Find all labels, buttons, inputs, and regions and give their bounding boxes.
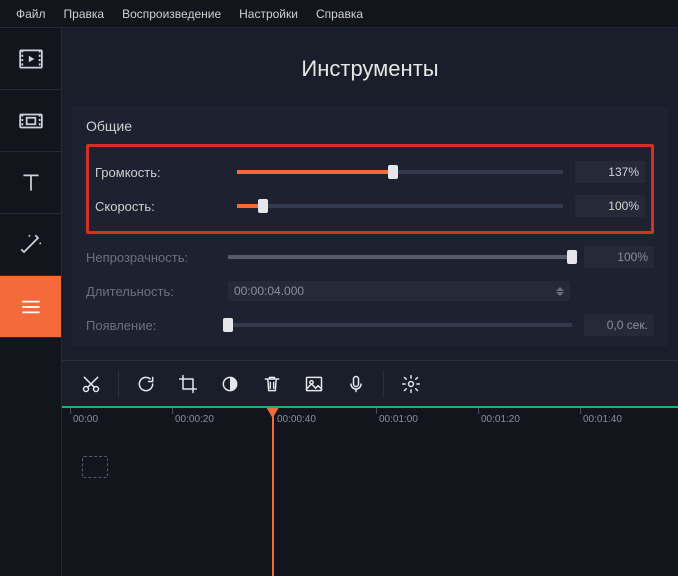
- gear-button[interactable]: [392, 366, 430, 402]
- divider: [383, 370, 384, 398]
- side-clip-icon[interactable]: [0, 90, 61, 152]
- icon-toolbar: [62, 360, 678, 406]
- menu-settings[interactable]: Настройки: [231, 3, 306, 25]
- speed-slider[interactable]: [237, 198, 563, 214]
- highlight-box: Громкость: 137% Скорость:: [86, 144, 654, 234]
- duration-label: Длительность:: [86, 284, 216, 299]
- opacity-label: Непрозрачность:: [86, 250, 216, 265]
- row-opacity: Непрозрачность: 100%: [86, 240, 654, 274]
- timecode: 00:01:40: [583, 414, 622, 425]
- trash-button[interactable]: [253, 366, 291, 402]
- volume-label: Громкость:: [95, 165, 225, 180]
- timecode: 00:00:20: [175, 414, 214, 425]
- main-row: Инструменты Общие Громкость: 137%: [0, 28, 678, 576]
- crop-button[interactable]: [169, 366, 207, 402]
- content-area: Инструменты Общие Громкость: 137%: [62, 28, 678, 576]
- mic-button[interactable]: [337, 366, 375, 402]
- playhead[interactable]: [272, 408, 274, 576]
- timeline[interactable]: 00:00 00:00:20 00:00:40 00:01:00 00:01:2…: [62, 406, 678, 576]
- side-toolbar: [0, 28, 62, 576]
- appear-value: 0,0 сек.: [584, 314, 654, 336]
- duration-input: 00:00:04.000: [228, 281, 570, 301]
- spinner-icon: [556, 287, 564, 296]
- side-play-icon[interactable]: [0, 28, 61, 90]
- menu-file[interactable]: Файл: [8, 3, 54, 25]
- menu-edit[interactable]: Правка: [56, 3, 113, 25]
- menu-play[interactable]: Воспроизведение: [114, 3, 229, 25]
- speed-thumb[interactable]: [258, 199, 268, 213]
- opacity-value: 100%: [584, 246, 654, 268]
- opacity-thumb: [567, 250, 577, 264]
- volume-fill: [237, 170, 393, 174]
- side-wand-icon[interactable]: [0, 214, 61, 276]
- volume-slider[interactable]: [237, 164, 563, 180]
- image-button[interactable]: [295, 366, 333, 402]
- menu-help[interactable]: Справка: [308, 3, 371, 25]
- timecode: 00:01:20: [481, 414, 520, 425]
- appear-label: Появление:: [86, 318, 216, 333]
- volume-thumb[interactable]: [388, 165, 398, 179]
- divider: [118, 370, 119, 398]
- opacity-fill: [228, 255, 572, 259]
- contrast-button[interactable]: [211, 366, 249, 402]
- row-duration: Длительность: 00:00:04.000: [86, 274, 654, 308]
- duration-value: 00:00:04.000: [234, 284, 304, 298]
- opacity-slider: [228, 249, 572, 265]
- rotate-button[interactable]: [127, 366, 165, 402]
- row-appear: Появление: 0,0 сек.: [86, 308, 654, 342]
- appear-slider: [228, 317, 572, 333]
- section-head: Общие: [86, 118, 654, 144]
- row-speed: Скорость: 100%: [95, 189, 645, 223]
- cut-button[interactable]: [72, 366, 110, 402]
- timecode: 00:00:40: [277, 414, 316, 425]
- side-hamburger-icon[interactable]: [0, 276, 61, 338]
- section-general: Общие Громкость: 137% Скорость:: [72, 106, 668, 346]
- side-text-icon[interactable]: [0, 152, 61, 214]
- timecode: 00:01:00: [379, 414, 418, 425]
- timecode: 00:00: [73, 414, 98, 425]
- menubar: Файл Правка Воспроизведение Настройки Сп…: [0, 0, 678, 28]
- speed-label: Скорость:: [95, 199, 225, 214]
- app-window: Файл Правка Воспроизведение Настройки Сп…: [0, 0, 678, 576]
- panel-title: Инструменты: [62, 28, 678, 106]
- timeline-ruler[interactable]: 00:00 00:00:20 00:00:40 00:01:00 00:01:2…: [62, 408, 678, 432]
- volume-value[interactable]: 137%: [575, 161, 645, 183]
- appear-thumb: [223, 318, 233, 332]
- speed-value[interactable]: 100%: [575, 195, 645, 217]
- track-thumbnail-icon: [82, 456, 108, 478]
- row-volume: Громкость: 137%: [95, 155, 645, 189]
